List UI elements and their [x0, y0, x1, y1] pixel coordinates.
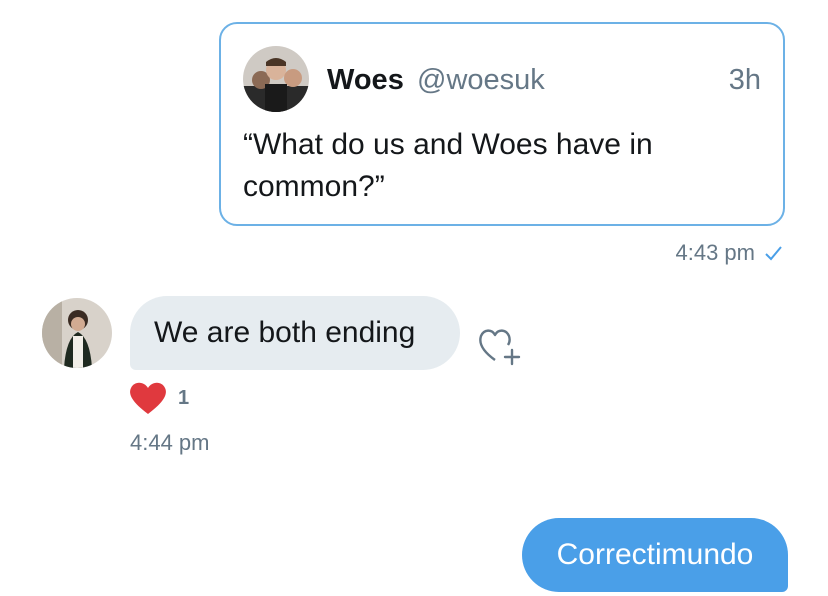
quoted-author-handle: @woesuk — [417, 64, 545, 96]
sent-timestamp: 4:43 pm — [675, 240, 756, 265]
add-reaction-button[interactable] — [477, 326, 525, 366]
woes-avatar[interactable] — [243, 46, 309, 112]
heart-icon — [130, 382, 166, 414]
sent-message-bubble[interactable]: Correctimundo — [522, 518, 788, 592]
checkmark-icon — [765, 246, 782, 261]
received-message-text: We are both ending — [154, 316, 416, 349]
heart-plus-icon — [479, 329, 521, 366]
reaction-count: 1 — [178, 386, 190, 409]
quoted-tweet-time: 3h — [728, 64, 761, 96]
sent-message-text: Correctimundo — [556, 538, 754, 571]
received-timestamp: 4:44 pm — [130, 430, 210, 455]
quoted-tweet-card[interactable]: Woes @woesuk 3h “What do us and Woes hav… — [219, 22, 785, 226]
group-photo-avatar-icon — [243, 46, 309, 112]
sent-message-meta: 4:43 pm — [676, 240, 784, 266]
sender-avatar[interactable] — [42, 298, 112, 368]
quoted-tweet-text: “What do us and Woes have in common?” — [243, 128, 653, 203]
message-reaction[interactable]: 1 — [128, 380, 189, 416]
received-message-bubble[interactable]: We are both ending — [130, 296, 460, 370]
person-photo-avatar-icon — [42, 298, 112, 368]
quoted-author-name: Woes — [327, 64, 404, 96]
